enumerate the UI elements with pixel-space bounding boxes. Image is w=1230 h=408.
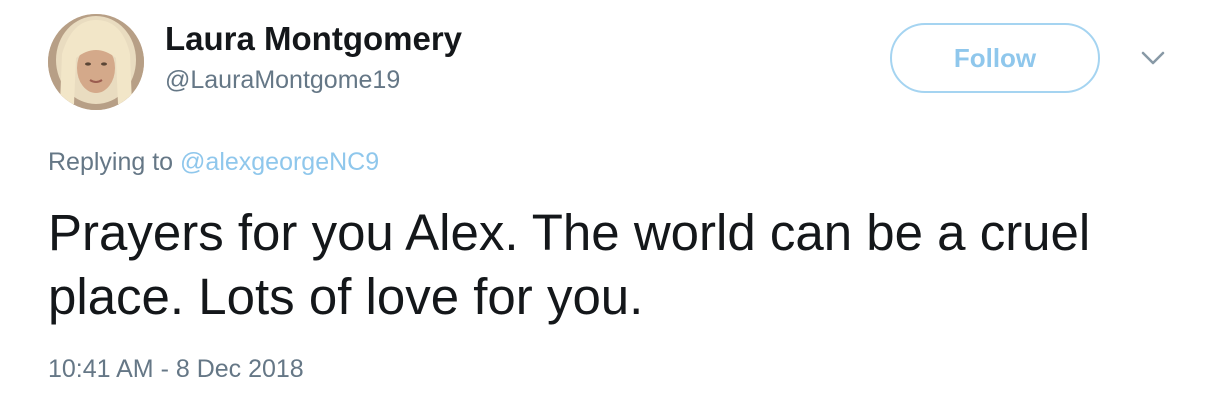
tweet-card: Laura Montgomery @LauraMontgome19 Follow… — [0, 0, 1230, 408]
tweet-text: Prayers for you Alex. The world can be a… — [48, 204, 1091, 325]
reply-handle-link[interactable]: @alexgeorgeNC9 — [180, 148, 379, 176]
replying-to: Replying to @alexgeorgeNC9 — [48, 148, 379, 177]
follow-button[interactable]: Follow — [890, 23, 1100, 93]
display-name[interactable]: Laura Montgomery — [165, 20, 462, 58]
user-handle[interactable]: @LauraMontgome19 — [165, 66, 400, 95]
chevron-down-icon[interactable] — [1139, 48, 1167, 68]
tweet-timestamp[interactable]: 10:41 AM - 8 Dec 2018 — [48, 355, 304, 384]
avatar-photo — [48, 14, 144, 110]
avatar[interactable] — [48, 14, 144, 110]
replying-to-label: Replying to — [48, 148, 174, 176]
